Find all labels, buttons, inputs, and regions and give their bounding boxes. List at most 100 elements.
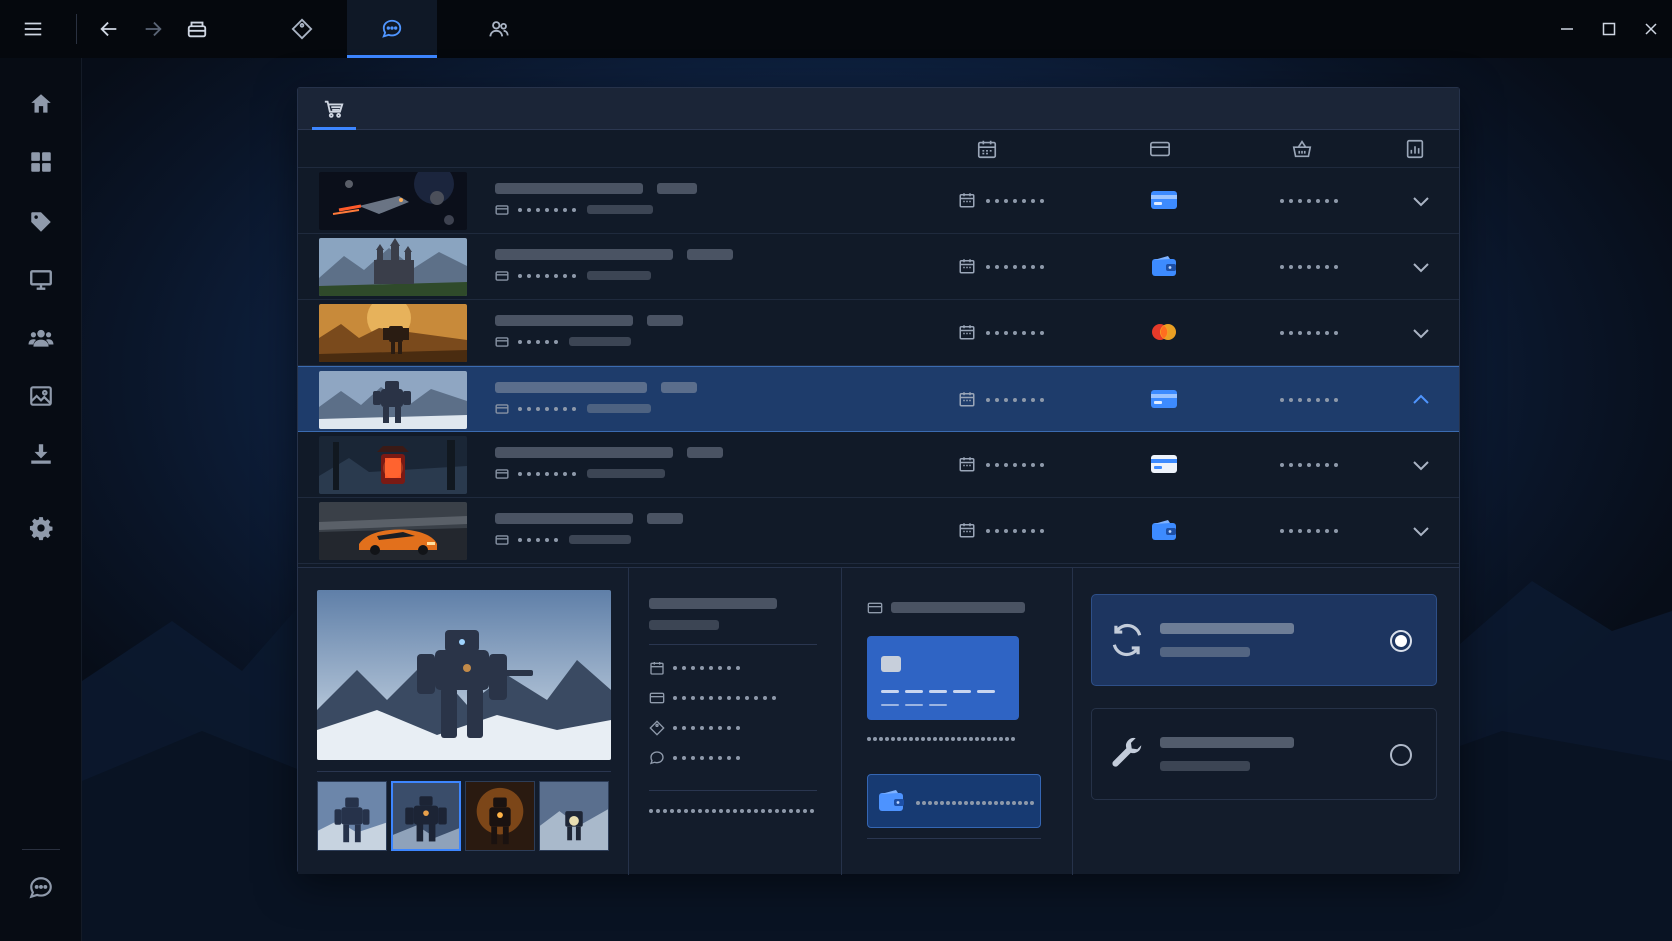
detail-divider: [1072, 568, 1073, 875]
payment-card-icon: [1150, 388, 1178, 410]
gallery-thumb[interactable]: [317, 781, 387, 851]
gallery-thumb[interactable]: [539, 781, 609, 851]
detail-divider: [841, 568, 842, 875]
table-row[interactable]: [298, 366, 1459, 432]
minimize-icon[interactable]: [1546, 0, 1588, 58]
back-arrow-icon[interactable]: [87, 0, 131, 58]
order-thumbnail: [319, 436, 467, 494]
chevron-down-icon[interactable]: [1409, 255, 1433, 279]
tab-cart[interactable]: [312, 88, 356, 130]
chevron-down-icon[interactable]: [1409, 321, 1433, 345]
table-row[interactable]: [298, 234, 1459, 300]
sidebar-item-users[interactable]: [0, 314, 82, 362]
card-column-icon[interactable]: [1149, 138, 1171, 160]
order-date-value: [986, 328, 1044, 338]
close-icon[interactable]: [1630, 0, 1672, 58]
calendar-column-icon[interactable]: [976, 138, 998, 160]
sidebar-item-settings[interactable]: [0, 504, 82, 552]
card-number-value: [867, 734, 1015, 744]
maximize-icon[interactable]: [1588, 0, 1630, 58]
sidebar-item-home[interactable]: [0, 80, 82, 128]
forward-arrow-icon[interactable]: [131, 0, 175, 58]
order-detail: [298, 567, 1459, 875]
order-title-placeholder: [495, 315, 633, 326]
order-title-tag-placeholder: [647, 315, 683, 326]
window-controls: [1546, 0, 1672, 58]
chevron-down-icon[interactable]: [1409, 453, 1433, 477]
titlebar-divider: [76, 14, 77, 44]
users-icon: [28, 329, 54, 347]
calendar-icon: [958, 390, 976, 408]
sidebar-item-monitor[interactable]: [0, 256, 82, 304]
order-amount-value: [1280, 395, 1338, 405]
card-icon: [495, 203, 509, 217]
sidebar-item-apps[interactable]: [0, 138, 82, 186]
payment-card-icon: [1150, 189, 1178, 211]
calendar-icon: [958, 191, 976, 209]
option-title-placeholder: [1160, 737, 1294, 748]
order-sub-placeholder: [587, 404, 651, 413]
order-sub-value: [518, 535, 558, 545]
library-icon[interactable]: [175, 0, 219, 58]
order-sub-placeholder: [587, 271, 651, 280]
chevron-down-icon[interactable]: [1409, 519, 1433, 543]
table-row[interactable]: [298, 300, 1459, 366]
table-row[interactable]: [298, 432, 1459, 498]
basket-column-icon[interactable]: [1291, 138, 1313, 160]
order-amount-value: [1280, 328, 1338, 338]
tab-tags[interactable]: [257, 0, 347, 58]
table-row[interactable]: [298, 498, 1459, 564]
friends-icon: [489, 21, 509, 37]
order-title-tag-placeholder: [647, 513, 683, 524]
payment-option-wallet[interactable]: [867, 774, 1041, 828]
detail-title-placeholder: [649, 598, 777, 609]
card-icon: [495, 335, 509, 349]
report-column-icon[interactable]: [1404, 138, 1426, 160]
sidebar-item-media[interactable]: [0, 372, 82, 420]
tag-icon: [31, 212, 51, 232]
hamburger-menu-icon[interactable]: [0, 0, 66, 58]
tag-icon: [649, 720, 665, 736]
tab-friends[interactable]: [454, 0, 544, 58]
calendar-icon: [958, 257, 976, 275]
card-icon: [495, 269, 509, 283]
sidebar-item-tags[interactable]: [0, 198, 82, 246]
chat-icon: [382, 19, 402, 38]
order-thumbnail: [319, 172, 467, 230]
table-row[interactable]: [298, 168, 1459, 234]
info-footer-value: [649, 806, 814, 816]
order-sub-placeholder: [569, 535, 631, 544]
option-manual[interactable]: [1091, 708, 1437, 800]
gallery-thumb[interactable]: [465, 781, 535, 851]
info-chat-value: [673, 753, 740, 763]
column-headers: [298, 130, 1459, 168]
order-title-tag-placeholder: [687, 249, 733, 260]
sidebar-item-chat[interactable]: [0, 864, 82, 912]
tab-chat[interactable]: [347, 0, 437, 58]
order-title-placeholder: [495, 249, 673, 260]
payment-wallet-icon: [1150, 519, 1178, 541]
info-tag-value: [673, 723, 740, 733]
order-thumbnail: [319, 304, 467, 362]
sidebar-divider: [22, 849, 60, 850]
payment-card-white-icon: [1150, 453, 1178, 475]
chevron-down-icon[interactable]: [1409, 189, 1433, 213]
radio-unselected[interactable]: [1390, 744, 1412, 766]
option-title-placeholder: [1160, 623, 1294, 634]
order-title-placeholder: [495, 183, 643, 194]
order-sub-placeholder: [587, 469, 665, 478]
order-title-placeholder: [495, 382, 647, 393]
radio-selected[interactable]: [1390, 630, 1412, 652]
order-amount-value: [1280, 262, 1338, 272]
chevron-up-icon[interactable]: [1409, 388, 1433, 412]
wallet-icon: [879, 790, 904, 811]
gallery-thumb-active[interactable]: [391, 781, 461, 851]
calendar-icon: [958, 521, 976, 539]
payment-option-card[interactable]: [867, 636, 1019, 720]
order-amount-value: [1280, 526, 1338, 536]
info-date-value: [673, 663, 740, 673]
sidebar-item-downloads[interactable]: [0, 430, 82, 478]
order-sub-value: [518, 271, 576, 281]
option-auto-renew[interactable]: [1091, 594, 1437, 686]
cart-icon: [324, 100, 344, 118]
